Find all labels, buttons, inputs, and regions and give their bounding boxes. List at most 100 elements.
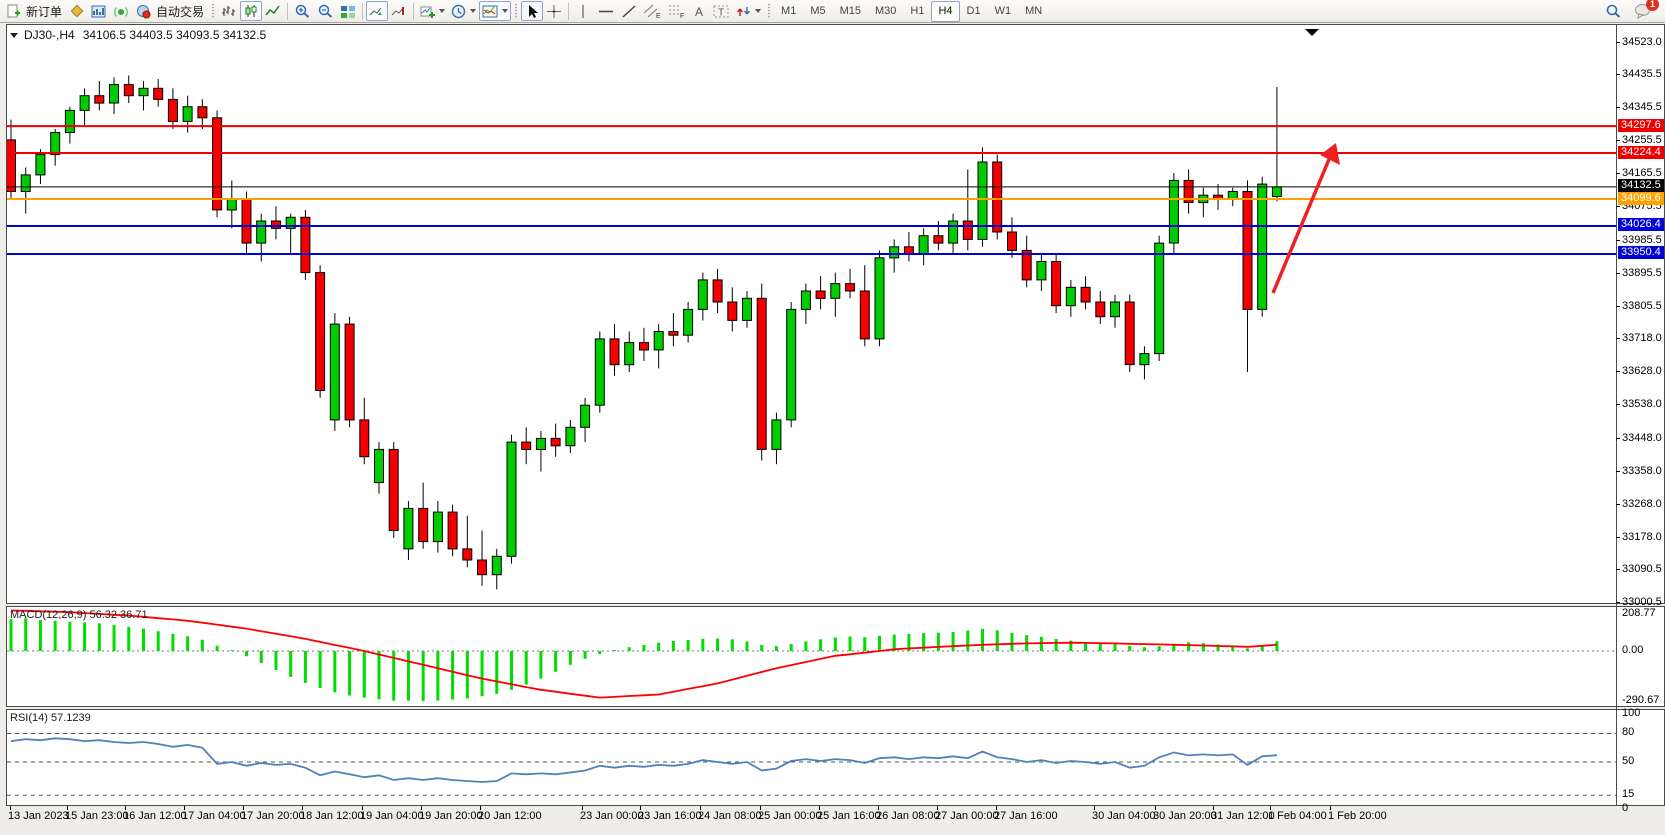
charts-window-button[interactable]	[88, 1, 110, 21]
time-axis-label: 1 Feb 04:00	[1268, 810, 1327, 822]
vertical-line-button[interactable]	[572, 1, 594, 21]
add-indicator-icon	[420, 4, 436, 19]
time-axis-label: 15 Jan 23:00	[65, 810, 129, 822]
time-axis-label: 30 Jan 04:00	[1092, 810, 1156, 822]
price-tick	[1616, 569, 1620, 570]
chart-line-button[interactable]	[262, 1, 284, 21]
timeframe-button-m30[interactable]: M30	[868, 1, 903, 22]
price-tick-label: 33090.5	[1622, 563, 1662, 576]
time-tick	[1094, 806, 1095, 810]
timeframe-button-m1[interactable]: M1	[774, 1, 803, 22]
chart-shift-marker[interactable]	[1305, 29, 1319, 36]
rsi-axis-label: 80	[1622, 726, 1634, 739]
macd-axis-label: 0.00	[1622, 644, 1643, 657]
time-axis-label: 27 Jan 16:00	[994, 810, 1058, 822]
timeframe-button-m5[interactable]: M5	[803, 1, 832, 22]
zoom-in-button[interactable]	[291, 1, 314, 21]
zoom-out-button[interactable]	[314, 1, 337, 21]
time-axis-label: 17 Jan 20:00	[241, 810, 305, 822]
gold-diamond-icon	[69, 4, 85, 19]
macd-axis-label: 208.77	[1622, 607, 1656, 620]
trend-arrow-head	[1320, 143, 1340, 165]
periods-button[interactable]	[448, 1, 479, 21]
macd-indicator-pane[interactable]	[6, 606, 1665, 707]
main-chart-pane[interactable]	[6, 24, 1665, 604]
text-button[interactable]: A	[688, 1, 710, 21]
price-tick	[1616, 306, 1620, 307]
timeframe-button-d1[interactable]: D1	[960, 1, 988, 22]
price-badge: 34132.5	[1618, 179, 1664, 192]
dropdown-caret-icon	[439, 9, 445, 13]
signal-icon	[113, 4, 129, 19]
tile-windows-button[interactable]	[337, 1, 359, 21]
crosshair-button[interactable]	[543, 1, 565, 21]
timeframe-button-h4[interactable]: H4	[931, 1, 959, 22]
auto-scroll-button[interactable]	[366, 1, 388, 21]
price-tick	[1616, 602, 1620, 603]
svg-text:E: E	[656, 13, 661, 19]
price-tick-label: 33895.5	[1622, 267, 1662, 280]
price-badge: 34099.6	[1618, 192, 1664, 205]
rsi-indicator-pane[interactable]	[6, 709, 1665, 806]
svg-text:F: F	[680, 13, 684, 19]
time-axis-label: 23 Jan 16:00	[638, 810, 702, 822]
fibonacci-button[interactable]: F	[664, 1, 688, 21]
search-button[interactable]	[1602, 1, 1625, 21]
price-tick-label: 33718.0	[1622, 332, 1662, 345]
templates-button[interactable]	[479, 1, 511, 21]
time-axis-label: 30 Jan 20:00	[1153, 810, 1217, 822]
chart-shift-button[interactable]	[388, 1, 410, 21]
price-tick-label: 33628.0	[1622, 365, 1662, 378]
price-tick	[1616, 537, 1620, 538]
time-tick	[10, 806, 11, 810]
timeframe-button-m15[interactable]: M15	[833, 1, 868, 22]
toolbar-separator	[413, 3, 414, 20]
autotrading-label[interactable]: 自动交易	[156, 3, 204, 20]
new-order-label[interactable]: 新订单	[26, 3, 62, 20]
top-toolbar: 新订单 自动交易	[0, 0, 1665, 23]
chart-title: DJ30-,H4 34106.5 34403.5 34093.5 34132.5	[10, 28, 266, 42]
cursor-button[interactable]	[521, 1, 543, 21]
equidistant-channel-button[interactable]: E	[640, 1, 664, 21]
autotrading-button[interactable]	[132, 1, 154, 21]
trendline-button[interactable]	[618, 1, 640, 21]
chart-symbol-period: DJ30-,H4	[24, 28, 75, 42]
price-badge: 34297.6	[1618, 119, 1664, 132]
timeframe-button-mn[interactable]: MN	[1018, 1, 1049, 22]
time-tick	[184, 806, 185, 810]
dropdown-caret-icon	[755, 9, 761, 13]
timeframe-button-h1[interactable]: H1	[903, 1, 931, 22]
toolbar-separator	[287, 3, 288, 20]
chart-candles-button[interactable]	[240, 1, 262, 21]
zoom-in-icon	[294, 3, 311, 19]
timeframe-button-w1[interactable]: W1	[988, 1, 1019, 22]
price-tick	[1616, 107, 1620, 108]
new-order-button[interactable]	[2, 1, 24, 21]
time-tick	[640, 806, 641, 810]
time-tick	[421, 806, 422, 810]
indicators-button[interactable]	[417, 1, 448, 21]
chevron-down-icon[interactable]	[10, 33, 18, 38]
toolbar-grip[interactable]	[767, 3, 771, 19]
time-tick	[362, 806, 363, 810]
signals-button[interactable]	[110, 1, 132, 21]
time-axis-label: 19 Jan 04:00	[360, 810, 424, 822]
tile-windows-icon	[340, 4, 356, 19]
horizontal-line-button[interactable]	[594, 1, 618, 21]
macd-chart-canvas	[7, 607, 1665, 706]
price-tick-label: 34435.5	[1622, 68, 1662, 81]
chart-bars-button[interactable]	[218, 1, 240, 21]
time-axis-label: 27 Jan 00:00	[935, 810, 999, 822]
macd-axis-label: -290.67	[1622, 694, 1659, 707]
macd-label: MACD(12,26,9) 56.32 36.71	[10, 609, 148, 621]
notifications-button[interactable]: 1	[1631, 1, 1655, 21]
time-tick	[243, 806, 244, 810]
price-tick	[1616, 74, 1620, 75]
time-tick	[582, 806, 583, 810]
text-label-button[interactable]: T	[710, 1, 733, 21]
mql5-button[interactable]	[66, 1, 88, 21]
toolbar-grip[interactable]	[211, 3, 215, 19]
rsi-axis-label: 0	[1622, 802, 1628, 815]
arrows-button[interactable]	[733, 1, 764, 21]
toolbar-grip[interactable]	[514, 3, 518, 19]
